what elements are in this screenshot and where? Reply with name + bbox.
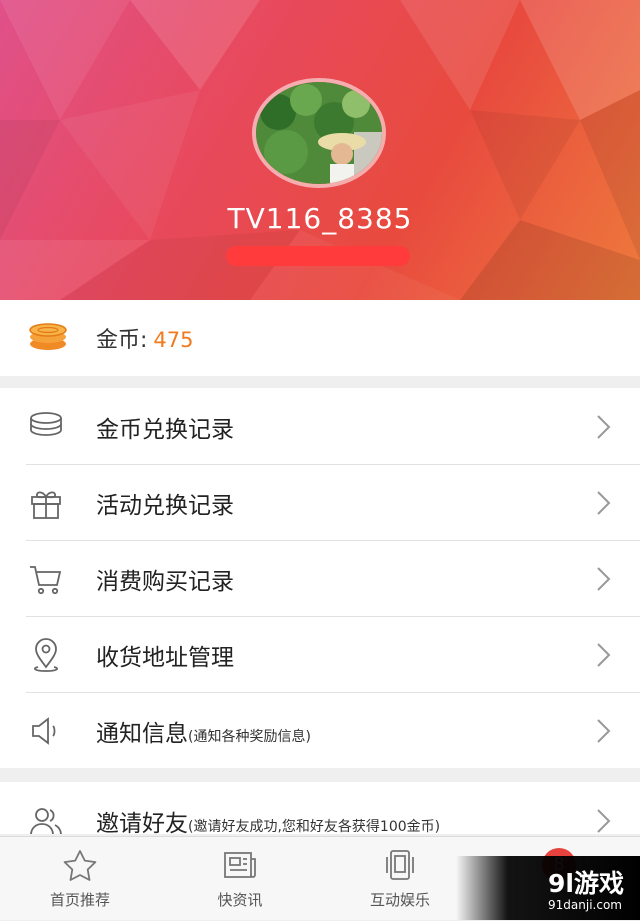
gift-icon <box>28 485 64 521</box>
menu-item-coin-exchange[interactable]: 金币兑换记录 <box>0 388 640 464</box>
records-menu: 金币兑换记录 活动兑换记录 消费购买记录 收货地址管理 通知信息(通知各种奖励信… <box>0 388 640 768</box>
username: TV116_8385 <box>227 202 413 235</box>
star-icon <box>62 849 98 881</box>
menu-item-activity-exchange[interactable]: 活动兑换记录 <box>0 464 640 540</box>
menu-item-invite-friends[interactable]: 邀请好友(邀请好友成功,您和好友各获得100金币) <box>0 782 640 834</box>
chevron-right-icon <box>596 414 612 440</box>
watermark: 9l游戏 91danji.com <box>456 856 640 920</box>
menu-item-label: 通知信息(通知各种奖励信息) <box>96 714 311 748</box>
menu-item-label: 金币兑换记录 <box>96 417 234 443</box>
friends-icon <box>28 803 64 834</box>
coin-balance-row: 金币: 475 <box>0 300 640 376</box>
chevron-right-icon <box>596 490 612 516</box>
tab-label: 首页推荐 <box>49 891 110 909</box>
profile-header: TV116_8385 <box>0 0 640 300</box>
avatar[interactable] <box>252 78 386 188</box>
tab-home-recommend[interactable]: 首页推荐 <box>0 837 160 921</box>
chevron-right-icon <box>596 642 612 668</box>
menu-item-label: 收货地址管理 <box>96 645 234 671</box>
menu-item-label: 消费购买记录 <box>96 569 234 595</box>
tab-label: 快资讯 <box>217 891 263 909</box>
coin-value: 475 <box>153 328 194 352</box>
invite-menu: 邀请好友(邀请好友成功,您和好友各获得100金币) <box>0 782 640 834</box>
notifications-note: (通知各种奖励信息) <box>188 729 311 745</box>
menu-item-address-management[interactable]: 收货地址管理 <box>0 616 640 692</box>
shopping-cart-icon <box>28 561 64 597</box>
menu-item-label: 邀请好友(邀请好友成功,您和好友各获得100金币) <box>96 804 440 834</box>
coins-icon <box>28 322 68 356</box>
redacted-info-bar <box>226 246 410 266</box>
invite-note: (邀请好友成功,您和好友各获得100金币) <box>188 819 441 834</box>
invite-label: 邀请好友 <box>96 811 188 834</box>
coin-balance: 金币: 475 <box>96 322 194 354</box>
notifications-label: 通知信息 <box>96 721 188 747</box>
chevron-right-icon <box>596 808 612 834</box>
chevron-right-icon <box>596 718 612 744</box>
watermark-title: 9l游戏 <box>548 869 624 898</box>
coin-label: 金币: <box>96 328 148 353</box>
speaker-icon <box>28 713 64 749</box>
coin-stack-icon <box>28 409 64 445</box>
chevron-right-icon <box>596 566 612 592</box>
menu-item-notifications[interactable]: 通知信息(通知各种奖励信息) <box>0 692 640 768</box>
location-pin-icon <box>28 637 64 673</box>
tablet-icon <box>382 849 418 881</box>
news-icon <box>222 849 258 881</box>
menu-item-label: 活动兑换记录 <box>96 493 234 519</box>
menu-item-purchase-records[interactable]: 消费购买记录 <box>0 540 640 616</box>
tab-quick-news[interactable]: 快资讯 <box>160 837 320 921</box>
watermark-site: 91danji.com <box>548 898 622 912</box>
